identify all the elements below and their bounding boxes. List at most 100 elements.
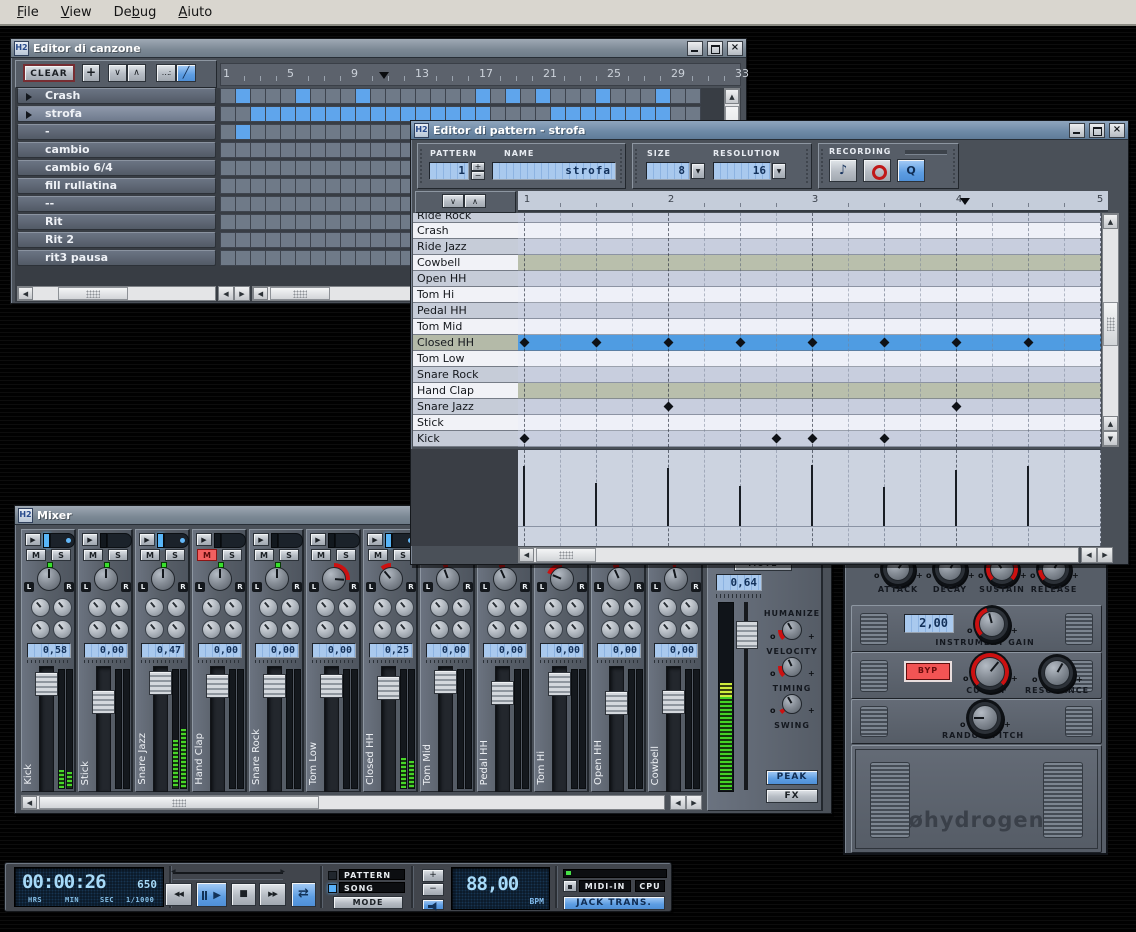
bpm-display[interactable]: 88,00 BPM bbox=[451, 867, 550, 910]
scroll-up-icon[interactable]: ▲ bbox=[1103, 214, 1118, 229]
resolution-dropdown-button[interactable]: ▼ bbox=[772, 163, 786, 179]
scroll-down-icon[interactable]: ▼ bbox=[1103, 431, 1118, 446]
song-cell[interactable] bbox=[520, 88, 536, 104]
song-cell[interactable] bbox=[265, 250, 281, 266]
fx-send-knob-2[interactable] bbox=[110, 598, 129, 617]
song-cell-active[interactable] bbox=[310, 106, 326, 122]
scroll-right-icon[interactable]: ▶ bbox=[686, 795, 702, 810]
song-cell[interactable] bbox=[355, 178, 371, 194]
metronome-button[interactable] bbox=[422, 899, 444, 910]
pattern-row[interactable] bbox=[518, 255, 1101, 271]
song-cell-active[interactable] bbox=[355, 88, 371, 104]
mode-button[interactable]: MODE bbox=[333, 896, 403, 909]
pattern-row[interactable] bbox=[518, 287, 1101, 303]
song-track-strofa[interactable]: strofa bbox=[17, 106, 216, 122]
instrument-row-snare-jazz[interactable]: Snare Jazz bbox=[413, 399, 518, 415]
song-cell[interactable] bbox=[325, 214, 341, 230]
song-cell[interactable] bbox=[430, 88, 446, 104]
menu-item-debug[interactable]: Debug bbox=[103, 2, 168, 23]
swing-knob[interactable] bbox=[779, 691, 805, 717]
song-cell[interactable] bbox=[280, 232, 296, 248]
move-up-button[interactable]: ∧ bbox=[127, 64, 146, 82]
resolution-display[interactable]: 16 bbox=[713, 162, 771, 180]
strip-solo-button[interactable]: S bbox=[51, 549, 71, 561]
scroll-left-icon[interactable]: ◀ bbox=[18, 287, 33, 300]
scroll-up-icon[interactable]: ▲ bbox=[725, 89, 739, 104]
song-cell[interactable] bbox=[385, 232, 401, 248]
song-track--[interactable]: - bbox=[17, 124, 216, 140]
instrument-row-tom-mid[interactable]: Tom Mid bbox=[413, 319, 518, 335]
song-cell[interactable] bbox=[355, 232, 371, 248]
fx-send-knob-1[interactable] bbox=[145, 598, 164, 617]
pattern-vertical-scrollbar[interactable]: ▲ ▲ ▼ bbox=[1102, 213, 1119, 447]
song-track-rit3 pausa[interactable]: rit3 pausa bbox=[17, 250, 216, 266]
song-cell[interactable] bbox=[550, 88, 566, 104]
song-cell-active[interactable] bbox=[505, 88, 521, 104]
velocity-bar[interactable] bbox=[883, 487, 885, 526]
song-cell[interactable] bbox=[235, 142, 251, 158]
filter-bypass-button[interactable]: BYP bbox=[906, 663, 950, 680]
song-cell[interactable] bbox=[400, 88, 416, 104]
velocity-bar[interactable] bbox=[595, 483, 597, 526]
strip-mute-button[interactable]: M bbox=[311, 549, 331, 561]
fx-send-knob-4[interactable] bbox=[452, 620, 471, 639]
song-cell[interactable] bbox=[325, 232, 341, 248]
song-cell[interactable] bbox=[325, 124, 341, 140]
strip-play-button[interactable]: ▶ bbox=[310, 533, 326, 546]
size-dropdown-button[interactable]: ▼ bbox=[691, 163, 705, 179]
fader-handle[interactable] bbox=[377, 676, 400, 700]
fx-send-knob-3[interactable] bbox=[430, 620, 449, 639]
fx-send-knob-1[interactable] bbox=[487, 598, 506, 617]
song-cell[interactable] bbox=[325, 142, 341, 158]
fader-handle[interactable] bbox=[605, 691, 628, 715]
song-cell[interactable] bbox=[385, 124, 401, 140]
velocity-bar[interactable] bbox=[811, 465, 813, 526]
instrument-row-tom-low[interactable]: Tom Low bbox=[413, 351, 518, 367]
scroll-right-icon[interactable]: ▶ bbox=[234, 286, 250, 301]
quantize-button[interactable]: Q bbox=[897, 159, 925, 182]
song-cell[interactable] bbox=[265, 142, 281, 158]
song-cell[interactable] bbox=[415, 88, 431, 104]
fx-send-knob-3[interactable] bbox=[259, 620, 278, 639]
bpm-up-button[interactable]: + bbox=[422, 869, 444, 882]
move-down-button[interactable]: ∨ bbox=[108, 64, 127, 82]
velocity-pane[interactable] bbox=[518, 449, 1101, 546]
song-cell[interactable] bbox=[340, 178, 356, 194]
scroll-left-icon[interactable]: ◀ bbox=[519, 548, 534, 562]
song-cell-active[interactable] bbox=[280, 106, 296, 122]
fx-send-knob-4[interactable] bbox=[680, 620, 699, 639]
pattern-editor-titlebar[interactable]: H2 Editor di pattern - strofa × bbox=[411, 121, 1128, 140]
song-cell[interactable] bbox=[265, 214, 281, 230]
fx-send-knob-1[interactable] bbox=[430, 598, 449, 617]
fx-send-knob-1[interactable] bbox=[202, 598, 221, 617]
song-cell[interactable] bbox=[340, 142, 356, 158]
song-cell[interactable] bbox=[370, 124, 386, 140]
instrument-row-tom-hi[interactable]: Tom Hi bbox=[413, 287, 518, 303]
song-cell[interactable] bbox=[355, 214, 371, 230]
song-cell[interactable] bbox=[235, 232, 251, 248]
pattern-row[interactable] bbox=[518, 303, 1101, 319]
pan-knob[interactable] bbox=[661, 564, 691, 594]
fx-send-knob-4[interactable] bbox=[167, 620, 186, 639]
song-cell[interactable] bbox=[310, 160, 326, 176]
fader-handle[interactable] bbox=[434, 670, 457, 694]
scrollbar-thumb[interactable] bbox=[58, 287, 128, 300]
random-pitch-knob[interactable] bbox=[969, 702, 1001, 734]
song-names-scrollbar[interactable]: ◀ bbox=[17, 286, 216, 301]
fx-send-knob-3[interactable] bbox=[202, 620, 221, 639]
fader-handle[interactable] bbox=[149, 671, 172, 695]
song-cell[interactable] bbox=[265, 124, 281, 140]
song-cell[interactable] bbox=[385, 214, 401, 230]
song-cell[interactable] bbox=[370, 160, 386, 176]
jack-transport-button[interactable]: JACK TRANS. bbox=[563, 896, 665, 910]
peak-button[interactable]: PEAK bbox=[766, 770, 818, 785]
pattern-number-display[interactable]: 1 bbox=[429, 162, 469, 180]
song-cell[interactable] bbox=[295, 196, 311, 212]
master-fader-handle[interactable] bbox=[736, 621, 758, 649]
fx-send-knob-3[interactable] bbox=[658, 620, 677, 639]
song-cell-active[interactable] bbox=[370, 106, 386, 122]
cutoff-knob[interactable] bbox=[972, 654, 1008, 690]
velocity-bar[interactable] bbox=[1027, 466, 1029, 526]
song-cell[interactable] bbox=[235, 160, 251, 176]
pan-knob[interactable] bbox=[490, 564, 520, 594]
